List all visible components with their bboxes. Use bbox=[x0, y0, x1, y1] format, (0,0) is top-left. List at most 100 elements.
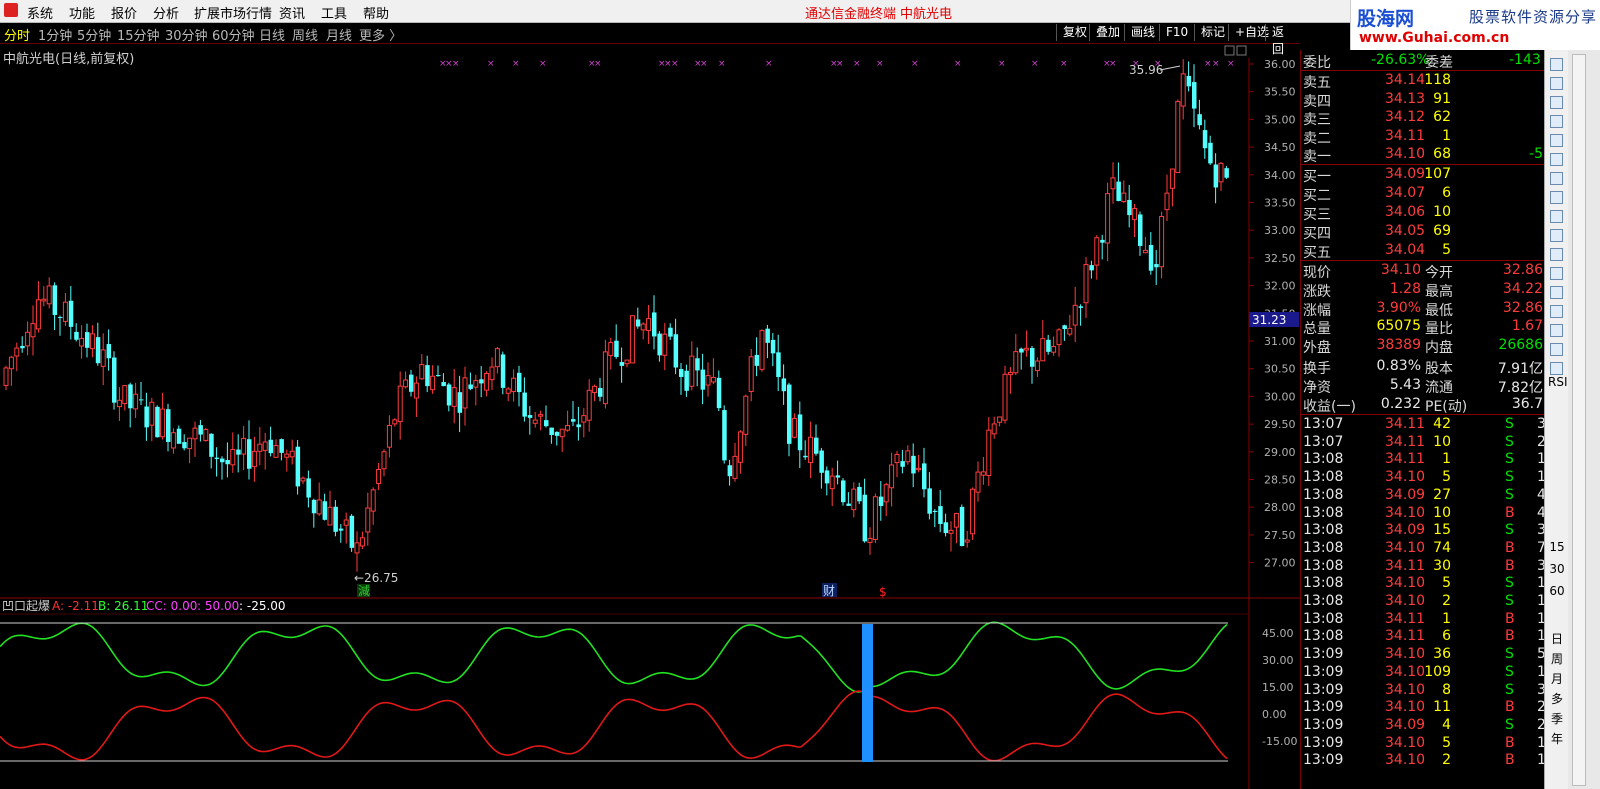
chart-zoom-icon[interactable] bbox=[1224, 45, 1235, 56]
tool-icon[interactable] bbox=[1550, 324, 1563, 337]
sidebar-period-button[interactable]: 年 bbox=[1548, 730, 1566, 747]
tool-icon[interactable] bbox=[1550, 58, 1563, 71]
tick-direction: S bbox=[1505, 469, 1514, 486]
stat-row: 收益(一) 0.232 PE(动) 36.7 bbox=[1301, 396, 1545, 415]
period-tab-30min[interactable]: 30分钟 bbox=[165, 25, 208, 44]
tool-icon[interactable] bbox=[1550, 229, 1563, 242]
tick-price: 34.11 bbox=[1385, 433, 1426, 450]
period-tab-15min[interactable]: 15分钟 bbox=[117, 25, 160, 44]
indicator-a-line bbox=[0, 690, 1228, 762]
ask-volume: 62 bbox=[1433, 109, 1451, 125]
adjust-button[interactable]: 复权 bbox=[1056, 24, 1093, 41]
bid-price: 34.05 bbox=[1385, 223, 1426, 239]
bid-label: 买三 bbox=[1303, 207, 1331, 223]
menu-item-analysis[interactable]: 分析 bbox=[153, 3, 179, 22]
ask-label: 卖二 bbox=[1303, 130, 1331, 147]
low-price-label: ←26.75 bbox=[354, 571, 398, 585]
tool-icon[interactable] bbox=[1550, 248, 1563, 261]
tick-price: 34.10 bbox=[1385, 469, 1426, 486]
tick-direction: B bbox=[1505, 752, 1515, 769]
stat-row: 现价 34.10 今开 32.86 bbox=[1301, 262, 1545, 281]
tool-icon[interactable] bbox=[1550, 362, 1563, 375]
period-tab-monthly[interactable]: 月线 bbox=[326, 25, 352, 44]
back-button[interactable]: 返回 bbox=[1265, 24, 1300, 56]
tool-icon[interactable] bbox=[1550, 305, 1563, 318]
period-tab-more[interactable]: 更多 〉 bbox=[359, 25, 402, 44]
tick-volume: 5 bbox=[1442, 575, 1451, 592]
tool-icon[interactable] bbox=[1550, 115, 1563, 128]
tick-direction: S bbox=[1505, 433, 1514, 450]
candle-body bbox=[975, 471, 981, 493]
candle-body bbox=[571, 419, 576, 422]
tool-icon[interactable] bbox=[1550, 210, 1563, 223]
weicha-value: -143 bbox=[1509, 52, 1541, 68]
menu-item-system[interactable]: 系统 bbox=[27, 3, 53, 22]
sidebar-period-button[interactable]: 周 bbox=[1548, 650, 1566, 667]
ask-volume: 91 bbox=[1433, 90, 1451, 107]
sidebar-period-button[interactable]: 季 bbox=[1548, 710, 1566, 727]
candle-body bbox=[964, 539, 970, 543]
f10-button[interactable]: F10 bbox=[1159, 24, 1194, 41]
period-tab-5min[interactable]: 5分钟 bbox=[77, 25, 111, 44]
tick-price: 34.10 bbox=[1385, 681, 1426, 698]
bid-row: 买五 34.04 5 bbox=[1301, 242, 1545, 261]
price-tick-label: 33.00 bbox=[1264, 224, 1296, 237]
candle-body bbox=[1034, 360, 1040, 372]
indicator-name[interactable]: 凹口起爆 bbox=[2, 599, 50, 613]
candle-body bbox=[905, 450, 911, 463]
sidebar-period-button[interactable]: 15 bbox=[1548, 540, 1566, 554]
menu-item-help[interactable]: 帮助 bbox=[363, 3, 389, 22]
menu-item-function[interactable]: 功能 bbox=[69, 3, 95, 22]
candle-body bbox=[1013, 351, 1019, 374]
draw-line-button[interactable]: 画线 bbox=[1124, 24, 1161, 41]
period-tab-daily[interactable]: 日线 bbox=[259, 25, 285, 44]
tick-volume: 36 bbox=[1433, 646, 1451, 663]
tool-icon[interactable] bbox=[1550, 191, 1563, 204]
sidebar-period-button[interactable]: 月 bbox=[1548, 670, 1566, 687]
sidebar-period-button[interactable]: 日 bbox=[1548, 630, 1566, 647]
tick-direction: B bbox=[1505, 734, 1515, 751]
period-tab-weekly[interactable]: 周线 bbox=[292, 25, 318, 44]
menu-item-news[interactable]: 资讯 bbox=[279, 3, 305, 22]
tick-price: 34.09 bbox=[1385, 486, 1426, 503]
candle-body bbox=[608, 342, 614, 356]
sidebar-period-button[interactable]: 多 bbox=[1548, 690, 1566, 707]
tick-volume: 109 bbox=[1424, 663, 1451, 680]
sidebar-period-button[interactable]: RSI bbox=[1548, 375, 1568, 389]
tool-icon[interactable] bbox=[1550, 286, 1563, 299]
menu-item-extended-market[interactable]: 扩展市场行情 bbox=[194, 3, 272, 22]
candle-body bbox=[716, 377, 722, 409]
tool-icon[interactable] bbox=[1550, 134, 1563, 147]
vertical-scrollbar[interactable] bbox=[1572, 54, 1586, 786]
chart-maximize-icon[interactable] bbox=[1236, 45, 1247, 56]
candle-body bbox=[41, 298, 47, 302]
current-price-label: 31.23 bbox=[1252, 313, 1286, 327]
tick-direction: S bbox=[1505, 416, 1514, 432]
tick-price: 34.11 bbox=[1385, 451, 1426, 468]
sidebar-period-button[interactable]: 30 bbox=[1548, 562, 1566, 576]
mark-button[interactable]: 标记 bbox=[1194, 24, 1231, 41]
tick-row: 13:08 34.10 2 S 1 bbox=[1301, 593, 1546, 611]
tick-direction: S bbox=[1505, 486, 1514, 503]
period-tab-intraday[interactable]: 分时 bbox=[4, 25, 30, 44]
tool-icon[interactable] bbox=[1550, 153, 1563, 166]
tool-icon[interactable] bbox=[1550, 77, 1563, 90]
tool-icon[interactable] bbox=[1550, 172, 1563, 185]
sidebar-period-button[interactable]: 60 bbox=[1548, 584, 1566, 598]
candle-body bbox=[673, 334, 679, 368]
chart-area[interactable]: ×× × × × × ×× ×× × ×× × × ×× × × × × × × × ×× × × × × × 36.00 35.… bbox=[0, 44, 1300, 789]
candle-body bbox=[1078, 306, 1084, 308]
tick-price: 34.10 bbox=[1385, 539, 1426, 556]
menu-item-quote[interactable]: 报价 bbox=[111, 3, 137, 22]
candle-body bbox=[1100, 239, 1105, 243]
overlay-button[interactable]: 叠加 bbox=[1089, 24, 1126, 41]
period-tab-60min[interactable]: 60分钟 bbox=[212, 25, 255, 44]
candle-body bbox=[160, 408, 166, 438]
menu-item-tools[interactable]: 工具 bbox=[321, 3, 347, 22]
candle-body bbox=[257, 443, 263, 452]
period-tab-1min[interactable]: 1分钟 bbox=[38, 25, 72, 44]
tool-icon[interactable] bbox=[1550, 96, 1563, 109]
tool-icon[interactable] bbox=[1550, 267, 1563, 280]
ask-volume: 118 bbox=[1424, 72, 1451, 88]
tool-icon[interactable] bbox=[1550, 343, 1563, 356]
